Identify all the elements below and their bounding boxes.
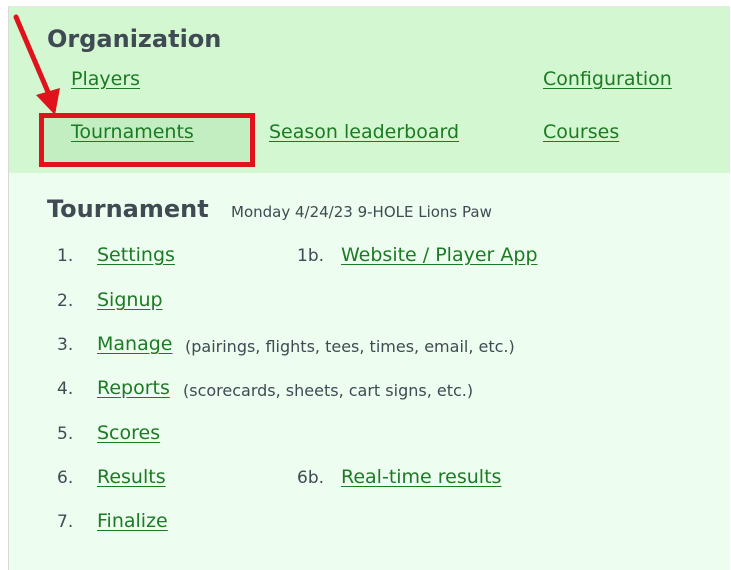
organization-panel: Organization Players Configuration Tourn… xyxy=(9,7,730,173)
signup-link[interactable]: Signup xyxy=(97,289,163,311)
scores-link[interactable]: Scores xyxy=(97,422,160,444)
players-link[interactable]: Players xyxy=(71,68,140,90)
configuration-link[interactable]: Configuration xyxy=(543,68,672,90)
tournaments-link[interactable]: Tournaments xyxy=(71,121,194,143)
results-link[interactable]: Results xyxy=(97,466,166,488)
step-number: 1. xyxy=(57,246,74,266)
step-number: 6. xyxy=(57,468,74,488)
main-frame: Organization Players Configuration Tourn… xyxy=(8,6,730,570)
step-number: 3. xyxy=(57,335,74,355)
courses-link[interactable]: Courses xyxy=(543,121,619,143)
organization-title: Organization xyxy=(47,25,222,53)
step-number: 7. xyxy=(57,512,74,532)
website-player-app-link[interactable]: Website / Player App xyxy=(341,244,538,266)
reports-link[interactable]: Reports xyxy=(97,377,170,399)
manage-link[interactable]: Manage xyxy=(97,333,172,355)
reports-note: (scorecards, sheets, cart signs, etc.) xyxy=(183,381,474,400)
settings-link[interactable]: Settings xyxy=(97,244,175,266)
tournament-subtitle: Monday 4/24/23 9-HOLE Lions Paw xyxy=(231,203,492,221)
step-number: 4. xyxy=(57,379,74,399)
real-time-results-link[interactable]: Real-time results xyxy=(341,466,501,488)
step-number: 1b. xyxy=(297,246,325,266)
finalize-link[interactable]: Finalize xyxy=(97,510,168,532)
step-number: 5. xyxy=(57,424,74,444)
step-number: 6b. xyxy=(297,468,325,488)
tournament-title: Tournament xyxy=(47,195,209,223)
step-number: 2. xyxy=(57,291,74,311)
season-leaderboard-link[interactable]: Season leaderboard xyxy=(269,121,459,143)
manage-note: (pairings, flights, tees, times, email, … xyxy=(185,337,515,356)
